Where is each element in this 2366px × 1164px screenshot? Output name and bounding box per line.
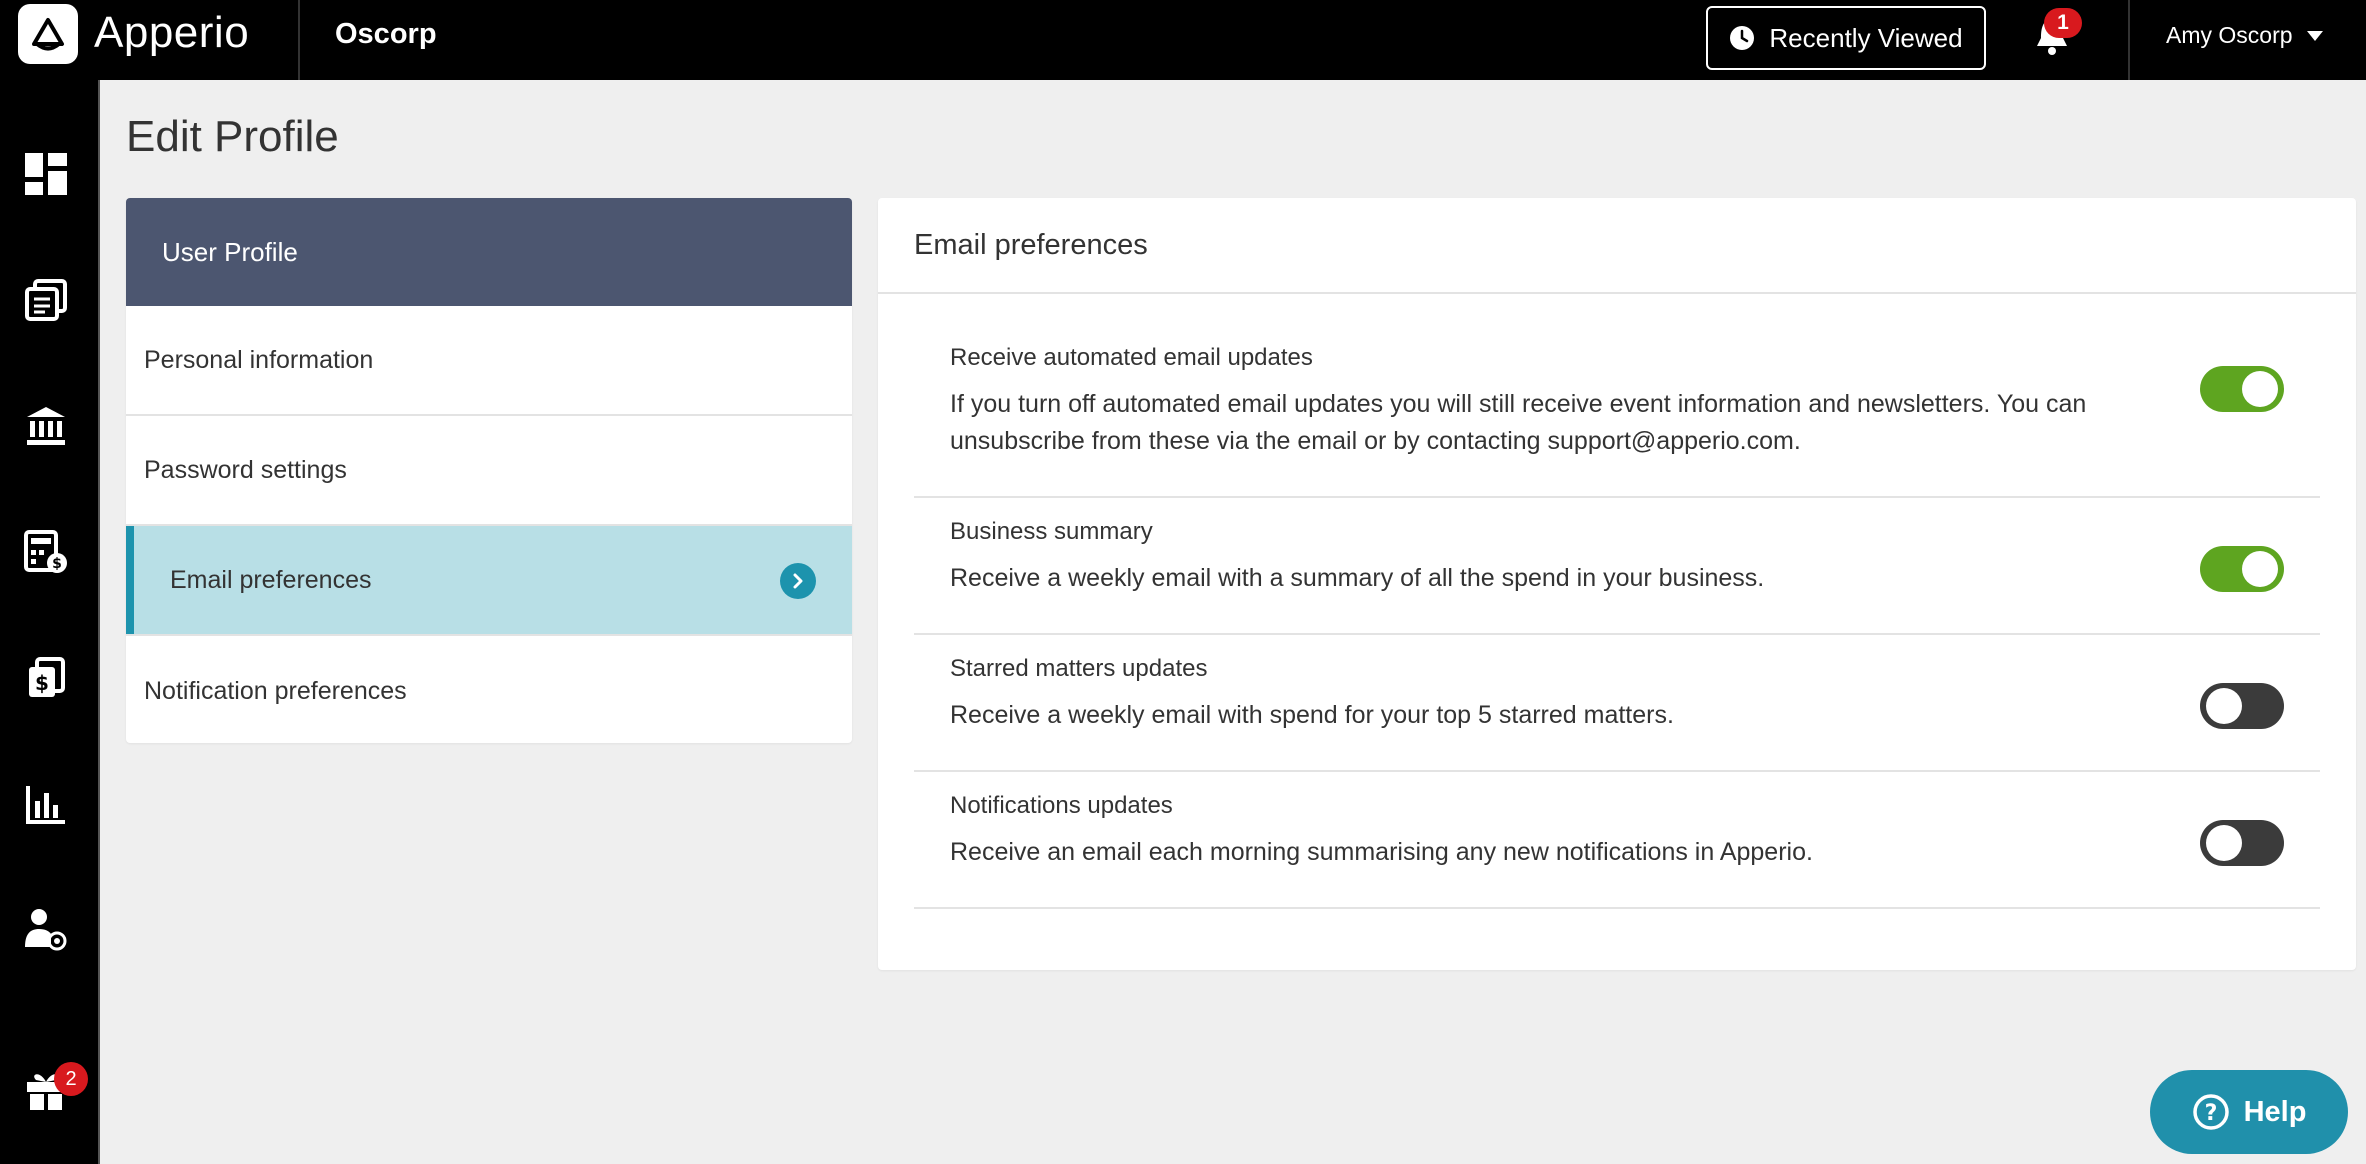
pref-description: Receive a weekly email with spend for yo… bbox=[950, 701, 1674, 729]
page-title: Edit Profile bbox=[126, 112, 339, 161]
pref-row-starred-matters: Starred matters updates Receive a weekly… bbox=[914, 635, 2320, 772]
email-preferences-title: Email preferences bbox=[878, 198, 2356, 294]
brand-name: Apperio bbox=[94, 8, 250, 57]
chevron-right-icon bbox=[780, 563, 816, 599]
toggle-knob bbox=[2206, 825, 2242, 861]
toggle-knob bbox=[2242, 551, 2278, 587]
top-bar: Apperio Oscorp Recently Viewed 1 Amy Osc… bbox=[0, 0, 2366, 80]
menu-item-label: Notification preferences bbox=[144, 676, 407, 705]
pref-row-business-summary: Business summary Receive a weekly email … bbox=[914, 498, 2320, 635]
top-divider-2 bbox=[2128, 0, 2130, 80]
email-preferences-panel: Email preferences Receive automated emai… bbox=[878, 198, 2356, 970]
notification-count-badge: 1 bbox=[2044, 8, 2082, 38]
toggle-automated-updates[interactable] bbox=[2200, 366, 2284, 412]
pref-title: Receive automated email updates bbox=[950, 344, 1313, 371]
dashboard-icon[interactable] bbox=[22, 150, 70, 198]
pref-description: Receive an email each morning summarisin… bbox=[950, 838, 1813, 866]
recently-viewed-label: Recently Viewed bbox=[1769, 22, 1963, 53]
pref-description: If you turn off automated email updates … bbox=[950, 390, 2087, 455]
documents-icon[interactable] bbox=[22, 276, 70, 324]
menu-item-personal-information[interactable]: Personal information bbox=[126, 306, 852, 416]
gift-count-badge: 2 bbox=[54, 1062, 88, 1096]
help-label: Help bbox=[2243, 1095, 2307, 1128]
user-settings-icon[interactable] bbox=[22, 906, 70, 954]
apperio-logo[interactable] bbox=[18, 4, 78, 64]
chevron-down-icon bbox=[2306, 30, 2323, 41]
sidebar: $ $ 2 bbox=[0, 80, 100, 1164]
profile-menu-panel: User Profile Personal information Passwo… bbox=[126, 198, 852, 743]
pref-row-notifications-updates: Notifications updates Receive an email e… bbox=[914, 772, 2320, 909]
menu-item-label: Password settings bbox=[144, 455, 347, 484]
toggle-starred-matters[interactable] bbox=[2200, 683, 2284, 729]
menu-item-password-settings[interactable]: Password settings bbox=[126, 416, 852, 526]
user-menu[interactable]: Amy Oscorp bbox=[2166, 22, 2323, 49]
user-name: Amy Oscorp bbox=[2166, 22, 2293, 48]
svg-text:$: $ bbox=[52, 556, 62, 572]
invoice-icon[interactable]: $ bbox=[22, 654, 70, 702]
toggle-knob bbox=[2242, 371, 2278, 407]
toggle-business-summary[interactable] bbox=[2200, 546, 2284, 592]
svg-text:?: ? bbox=[2204, 1101, 2217, 1126]
pref-description: Receive a weekly email with a summary of… bbox=[950, 564, 1765, 592]
menu-item-label: Personal information bbox=[144, 345, 374, 374]
svg-text:$: $ bbox=[35, 671, 49, 695]
question-icon: ? bbox=[2192, 1094, 2229, 1130]
preferences-list: Receive automated email updates If you t… bbox=[878, 324, 2356, 909]
recently-viewed-button[interactable]: Recently Viewed bbox=[1706, 6, 1986, 70]
clock-icon bbox=[1730, 26, 1755, 50]
menu-item-label: Email preferences bbox=[170, 565, 372, 594]
pref-title: Starred matters updates bbox=[950, 655, 1208, 682]
bank-icon[interactable] bbox=[22, 402, 70, 450]
pref-title: Business summary bbox=[950, 518, 1153, 545]
pref-row-automated-updates: Receive automated email updates If you t… bbox=[914, 324, 2320, 498]
pref-title: Notifications updates bbox=[950, 792, 1173, 819]
toggle-knob bbox=[2206, 688, 2242, 724]
top-divider bbox=[298, 0, 300, 80]
profile-menu-header: User Profile bbox=[126, 198, 852, 306]
calculator-icon[interactable]: $ bbox=[22, 528, 70, 576]
menu-item-email-preferences[interactable]: Email preferences bbox=[126, 526, 852, 636]
menu-item-notification-preferences[interactable]: Notification preferences bbox=[126, 636, 852, 743]
org-name: Oscorp bbox=[335, 18, 437, 50]
toggle-notifications-updates[interactable] bbox=[2200, 820, 2284, 866]
logo-icon bbox=[32, 18, 64, 51]
reports-icon[interactable] bbox=[22, 780, 70, 828]
help-button[interactable]: ? Help bbox=[2150, 1070, 2348, 1154]
